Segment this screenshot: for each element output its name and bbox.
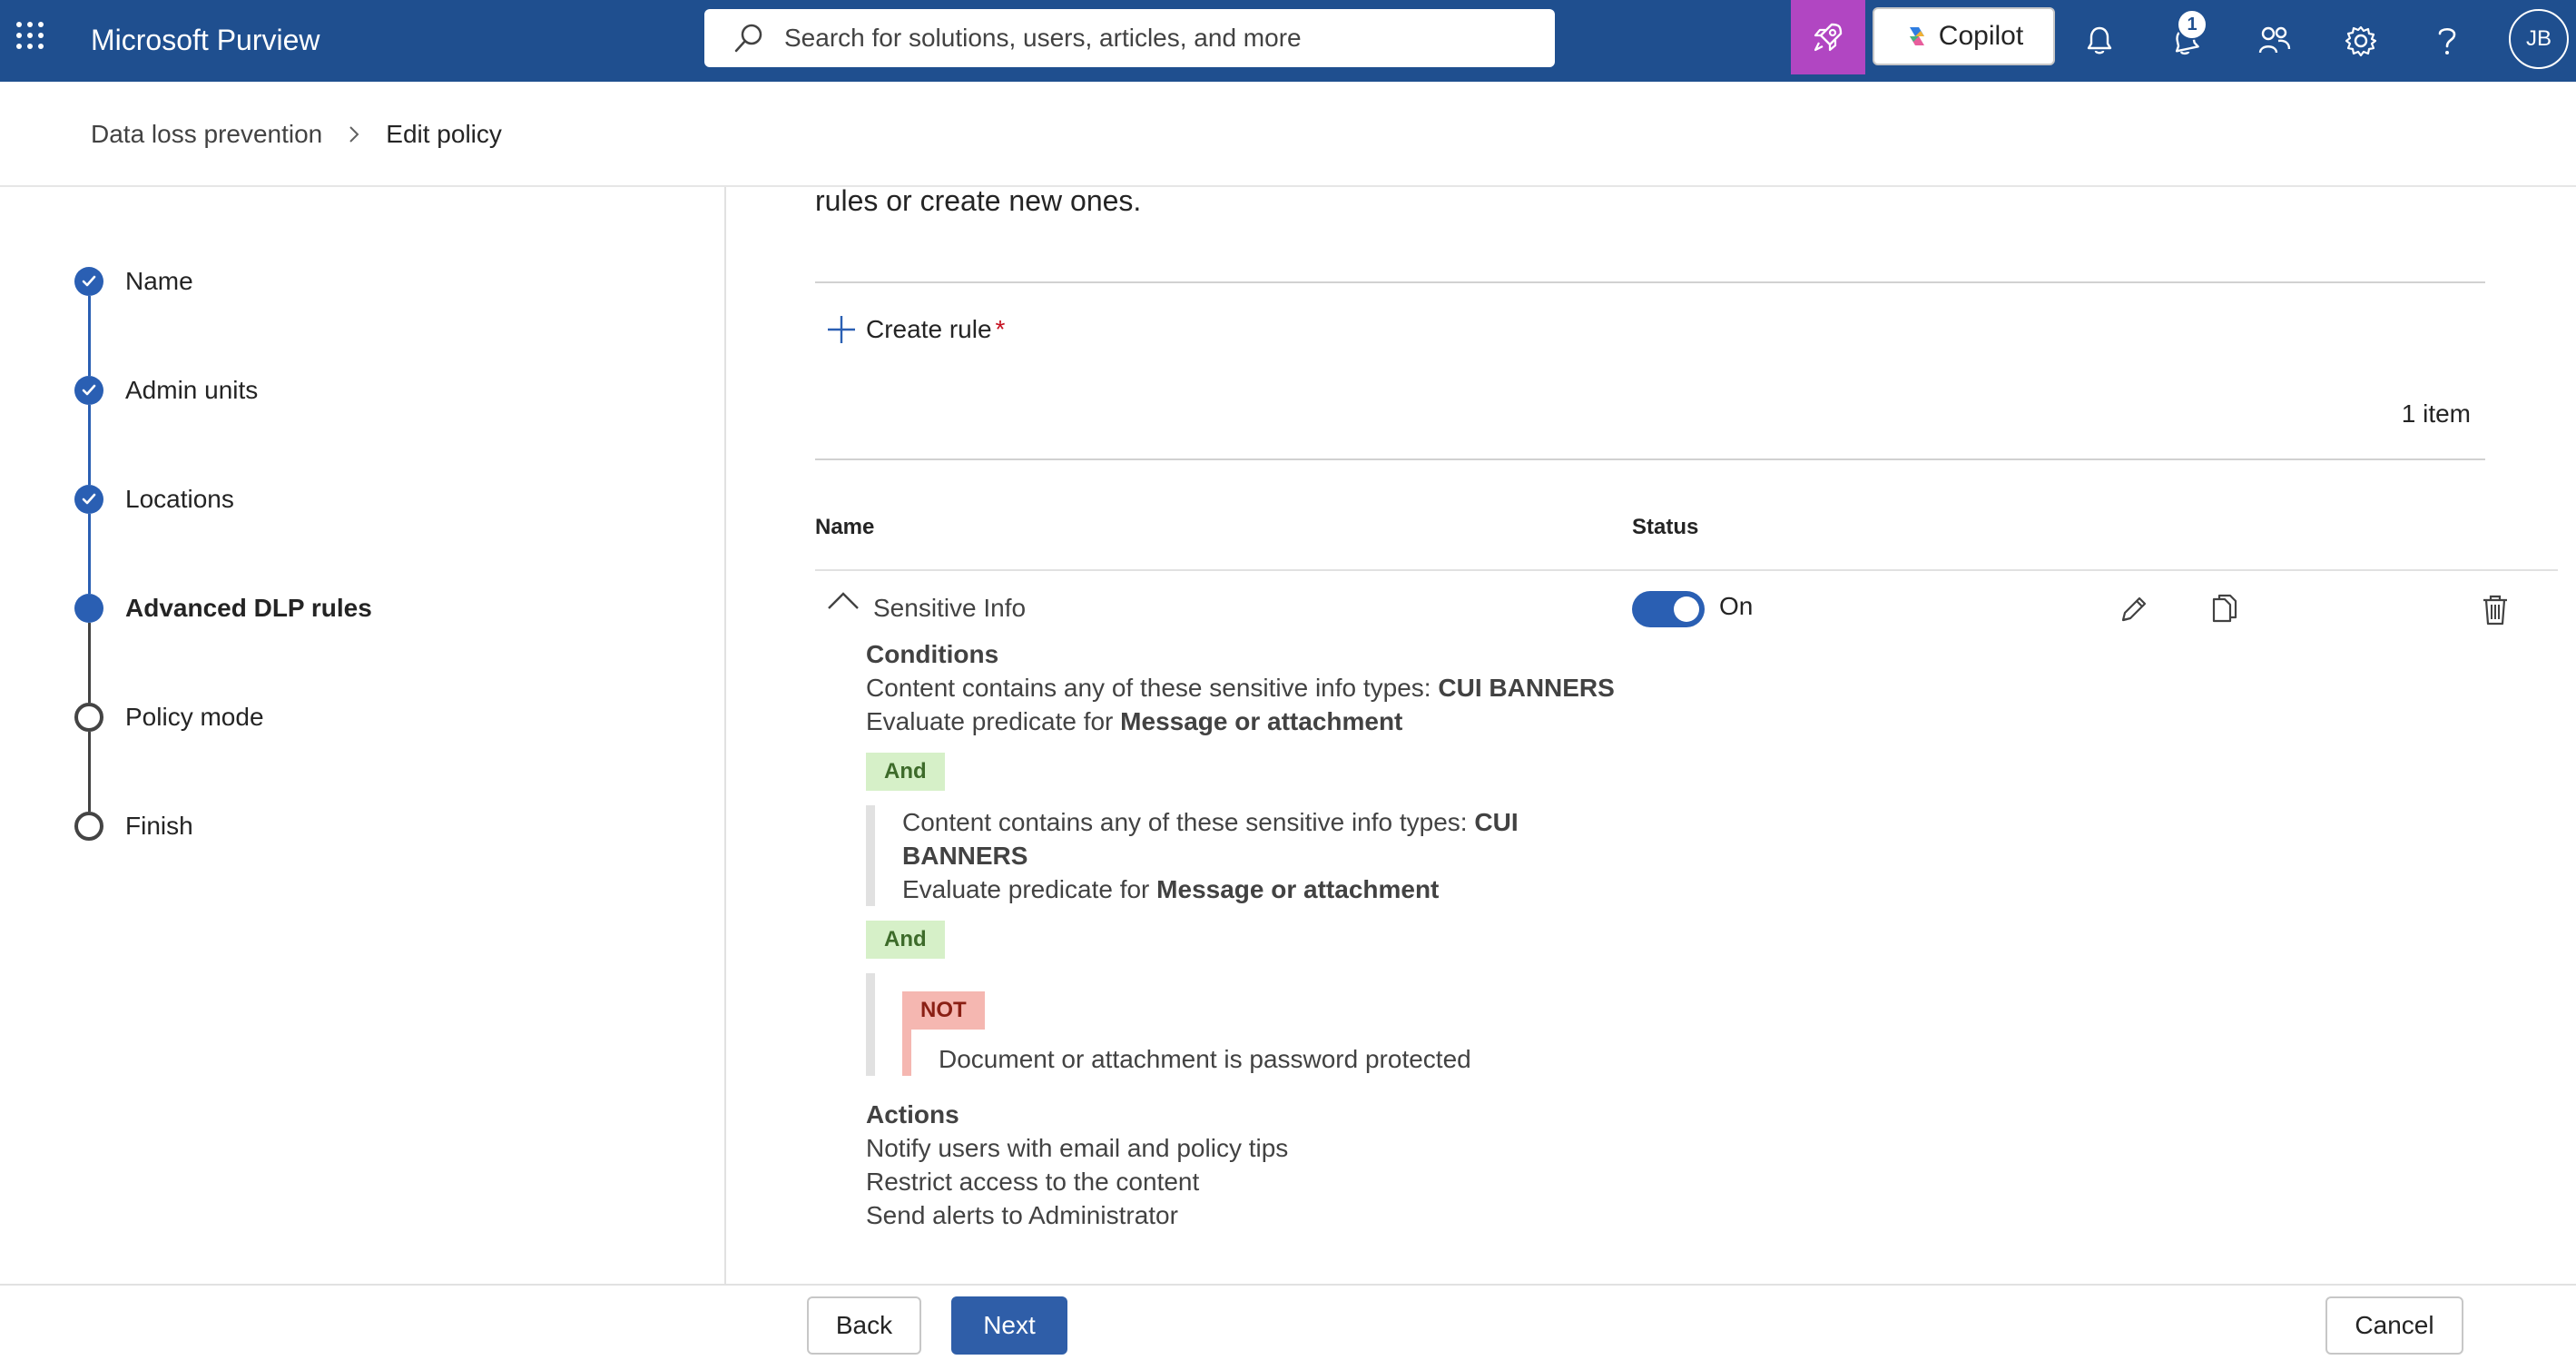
rocket-button[interactable] bbox=[1791, 0, 1865, 74]
pencil-icon bbox=[2121, 596, 2147, 622]
copilot-icon bbox=[1909, 27, 1924, 45]
table-header-divider bbox=[815, 569, 2558, 571]
breadcrumb-data-loss-prevention[interactable]: Data loss prevention bbox=[91, 120, 322, 149]
wizard-step-locations[interactable]: Locations bbox=[74, 481, 234, 517]
gear-icon bbox=[2345, 25, 2377, 57]
copilot-button[interactable]: Copilot bbox=[1873, 7, 2055, 65]
notifications-button[interactable] bbox=[2074, 15, 2125, 66]
help-icon bbox=[2438, 27, 2456, 54]
actions-heading: Actions bbox=[866, 1100, 959, 1128]
wizard-step-admin-units[interactable]: Admin units bbox=[74, 372, 258, 409]
wizard-steps-pane: Name Admin units Locations Advanced DLP … bbox=[0, 187, 726, 1284]
section-divider bbox=[815, 458, 2485, 460]
create-rule-button[interactable]: Create rule * bbox=[826, 309, 1005, 350]
rocket-icon bbox=[1814, 23, 1843, 52]
action-item: Send alerts to Administrator bbox=[866, 1201, 1178, 1229]
item-count: 1 item bbox=[2401, 399, 2471, 428]
checkmark-icon bbox=[74, 485, 103, 514]
wizard-step-policy-mode[interactable]: Policy mode bbox=[74, 699, 264, 735]
wizard-step-label: Advanced DLP rules bbox=[125, 594, 372, 622]
action-item: Notify users with email and policy tips bbox=[866, 1134, 1289, 1162]
column-header-name[interactable]: Name bbox=[815, 515, 874, 540]
action-item: Restrict access to the content bbox=[866, 1168, 1200, 1196]
plus-icon bbox=[828, 316, 855, 343]
help-button[interactable] bbox=[2422, 15, 2473, 66]
wizard-step-label: Admin units bbox=[125, 376, 259, 404]
app-launcher-icon[interactable] bbox=[16, 22, 45, 51]
bell-icon bbox=[2087, 26, 2112, 54]
rule-status-label: On bbox=[1719, 592, 1754, 620]
notification-badge: 1 bbox=[2177, 9, 2207, 40]
condition-value: Message or attachment bbox=[1156, 875, 1440, 903]
wizard-step-advanced-dlp-rules[interactable]: Advanced DLP rules bbox=[74, 590, 372, 626]
search-icon bbox=[734, 24, 762, 53]
next-button[interactable]: Next bbox=[951, 1296, 1067, 1355]
step-connector bbox=[88, 514, 91, 594]
condition-line: Content contains any of these sensitive … bbox=[866, 674, 1615, 702]
collapse-rule-button[interactable] bbox=[826, 590, 860, 612]
rule-status-toggle[interactable] bbox=[1632, 591, 1705, 627]
footer-bar: Back Next Cancel bbox=[0, 1284, 2576, 1360]
page-description: rules or create new ones. bbox=[815, 184, 1142, 217]
wizard-step-label: Policy mode bbox=[125, 703, 264, 731]
condition-line: Evaluate predicate for Message or attach… bbox=[866, 707, 1403, 735]
not-condition-line: Document or attachment is password prote… bbox=[902, 1030, 1683, 1076]
wizard-step-label: Locations bbox=[125, 485, 234, 513]
wizard-step-label: Name bbox=[125, 267, 193, 295]
chevron-up-icon bbox=[828, 592, 859, 609]
condition-line: Evaluate predicate for Message or attach… bbox=[902, 875, 1440, 903]
condition-value: Message or attachment bbox=[1120, 707, 1403, 735]
step-connector bbox=[88, 623, 91, 703]
edit-rule-button[interactable] bbox=[2111, 588, 2155, 632]
avatar[interactable]: JB bbox=[2509, 9, 2569, 69]
not-operator: NOT bbox=[902, 991, 1683, 1030]
checkmark-icon bbox=[74, 376, 103, 405]
section-divider bbox=[815, 281, 2485, 283]
wizard-step-finish[interactable]: Finish bbox=[74, 808, 193, 844]
search-box[interactable] bbox=[704, 9, 1555, 67]
and-badge: And bbox=[866, 753, 945, 791]
condition-line: Content contains any of these sensitive … bbox=[902, 808, 1519, 870]
current-step-icon bbox=[74, 594, 103, 623]
search-input[interactable] bbox=[784, 24, 1529, 53]
condition-value: CUI BANNERS bbox=[1438, 674, 1615, 702]
and-operator: And bbox=[866, 753, 1683, 791]
top-bar: Microsoft Purview Copilot bbox=[0, 0, 2576, 82]
empty-circle-icon bbox=[74, 703, 103, 732]
create-rule-label: Create rule bbox=[866, 315, 992, 343]
not-condition-group: NOT Document or attachment is password p… bbox=[866, 973, 1683, 1076]
breadcrumb-edit-policy: Edit policy bbox=[386, 120, 502, 148]
and-operator: And bbox=[866, 921, 1683, 959]
conditions-heading: Conditions bbox=[866, 640, 999, 668]
copy-rule-button[interactable] bbox=[2202, 588, 2246, 632]
toggle-knob bbox=[1674, 596, 1699, 622]
settings-button[interactable] bbox=[2335, 15, 2386, 66]
wizard-step-label: Finish bbox=[125, 812, 193, 840]
step-connector bbox=[88, 732, 91, 812]
empty-circle-icon bbox=[74, 812, 103, 841]
delete-rule-button[interactable] bbox=[2473, 588, 2517, 632]
cancel-button[interactable]: Cancel bbox=[2325, 1296, 2463, 1355]
people-icon bbox=[2258, 26, 2291, 54]
step-connector bbox=[88, 405, 91, 485]
breadcrumb: Data loss prevention Edit policy bbox=[91, 116, 502, 153]
people-button[interactable] bbox=[2249, 15, 2300, 66]
required-marker: * bbox=[995, 315, 1006, 343]
chevron-right-icon bbox=[348, 124, 360, 144]
rule-name[interactable]: Sensitive Info bbox=[873, 594, 1026, 623]
checkmark-icon bbox=[74, 267, 103, 296]
back-button[interactable]: Back bbox=[807, 1296, 921, 1355]
rule-details: Conditions Content contains any of these… bbox=[866, 637, 1683, 1232]
and-badge: And bbox=[866, 921, 945, 959]
not-badge: NOT bbox=[902, 991, 985, 1030]
trash-icon bbox=[2483, 595, 2507, 626]
condition-group: Content contains any of these sensitive … bbox=[866, 805, 1519, 906]
app-title[interactable]: Microsoft Purview bbox=[91, 20, 320, 60]
wizard-step-name[interactable]: Name bbox=[74, 263, 193, 300]
step-connector bbox=[88, 296, 91, 376]
copy-icon bbox=[2212, 594, 2237, 623]
copilot-label: Copilot bbox=[1938, 21, 2024, 51]
column-header-status[interactable]: Status bbox=[1632, 515, 1698, 540]
